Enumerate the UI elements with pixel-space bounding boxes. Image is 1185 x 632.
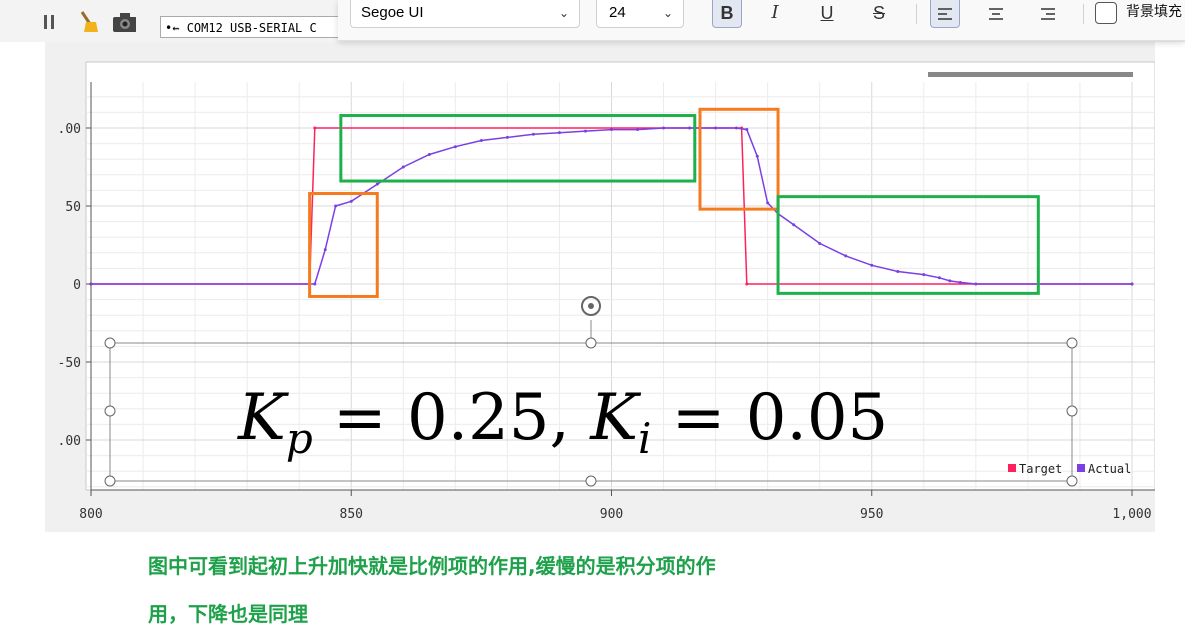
bold-button[interactable]: B: [712, 0, 742, 28]
font-family-value: Segoe UI: [361, 4, 424, 21]
y-tick-label: 0: [73, 278, 81, 293]
data-point-actual: [505, 135, 509, 139]
bold-icon: B: [720, 3, 734, 23]
data-point-actual: [755, 154, 759, 158]
font-size-value: 24: [609, 4, 626, 21]
x-tick-label: 850: [340, 507, 363, 522]
data-point-actual: [734, 126, 738, 130]
y-tick-label: .00: [58, 434, 81, 449]
data-point-target: [313, 126, 317, 130]
legend-swatch-target: [1008, 464, 1016, 472]
serial-port-select[interactable]: •⇜ COM12 USB-SERIAL C: [160, 16, 340, 38]
chevron-down-icon: ⌄: [662, 6, 673, 20]
italic-icon: I: [771, 2, 779, 23]
data-point-actual: [583, 129, 587, 133]
data-point-actual: [1130, 282, 1134, 286]
data-point-actual: [958, 280, 962, 284]
background-fill-checkbox[interactable]: [1095, 2, 1117, 24]
align-center-button[interactable]: [981, 0, 1011, 28]
resize-handle[interactable]: [1066, 475, 1078, 487]
align-left-button[interactable]: [930, 0, 960, 28]
data-point-actual: [479, 138, 483, 142]
data-point-actual: [948, 279, 952, 283]
data-point-actual: [531, 132, 535, 136]
legend-label-target: Target: [1019, 462, 1062, 476]
camera-icon[interactable]: [112, 10, 136, 34]
y-tick-label: .00: [58, 122, 81, 137]
chart-scrollbar[interactable]: [928, 72, 1133, 77]
data-point-actual: [557, 131, 561, 135]
resize-handle[interactable]: [1066, 337, 1078, 349]
resize-handle[interactable]: [104, 337, 116, 349]
data-point-actual: [334, 204, 338, 208]
strikethrough-button[interactable]: S: [864, 0, 894, 28]
data-point-actual: [323, 248, 327, 252]
legend-label-actual: Actual: [1088, 462, 1131, 476]
font-size-select[interactable]: 24 ⌄: [596, 0, 684, 28]
usb-icon: •⇜: [165, 21, 180, 35]
data-point-actual: [349, 199, 353, 203]
data-point-actual: [792, 223, 796, 227]
data-point-actual: [974, 282, 978, 286]
font-family-select[interactable]: Segoe UI ⌄: [350, 0, 580, 28]
y-tick-label: -50: [58, 356, 81, 371]
data-point-actual: [844, 254, 848, 258]
data-point-actual: [453, 145, 457, 149]
chart-svg: 800 850 900 950 1,000 .00 50 0 -50 .00 Kp = 0.25,…: [58, 61, 1155, 522]
divider: [1083, 4, 1084, 24]
data-point-actual: [401, 165, 405, 169]
x-tick-label: 800: [79, 507, 102, 522]
resize-handle[interactable]: [1066, 405, 1078, 417]
align-center-icon: [989, 8, 1003, 20]
italic-button[interactable]: I: [760, 0, 790, 28]
data-point-actual: [937, 276, 941, 280]
data-point-target: [745, 282, 749, 286]
align-right-icon: [1041, 8, 1055, 20]
x-tick-label: 900: [600, 507, 623, 522]
data-point-actual: [714, 126, 718, 130]
data-point-actual: [818, 241, 822, 245]
chevron-down-icon: ⌄: [558, 6, 569, 20]
serial-port-label: COM12 USB-SERIAL C: [186, 21, 317, 35]
resize-handle[interactable]: [104, 405, 116, 417]
data-point-actual: [922, 273, 926, 277]
data-point-actual: [610, 128, 613, 132]
data-point-actual: [313, 282, 317, 286]
data-point-actual: [427, 153, 431, 157]
underline-icon: U: [820, 3, 834, 23]
caption-line-1: 图中可看到起初上升加快就是比例项的作用,缓慢的是积分项的作: [148, 554, 716, 578]
align-left-icon: [938, 8, 952, 20]
y-tick-label: 50: [65, 200, 81, 215]
broom-icon[interactable]: [76, 10, 100, 34]
format-toolbar: Segoe UI ⌄ 24 ⌄ B I U S 背景填充: [338, 0, 1185, 41]
resize-handle[interactable]: [585, 337, 597, 349]
data-point-actual: [896, 270, 900, 274]
data-point-actual: [766, 201, 770, 205]
data-point-actual: [870, 263, 874, 267]
x-tick-label: 950: [860, 507, 883, 522]
stop-icon[interactable]: [38, 10, 62, 34]
data-point-actual: [688, 126, 692, 130]
align-right-button[interactable]: [1033, 0, 1063, 28]
data-point-actual: [636, 128, 640, 132]
x-tick-label: 1,000: [1112, 507, 1151, 522]
divider: [916, 4, 917, 24]
data-point-actual: [745, 128, 749, 132]
underline-button[interactable]: U: [812, 0, 842, 28]
strikethrough-icon: S: [872, 3, 885, 23]
caption-line-2: 用，下降也是同理: [148, 602, 308, 626]
legend-swatch-actual: [1077, 464, 1085, 472]
resize-handle[interactable]: [585, 475, 597, 487]
background-fill-label: 背景填充: [1126, 4, 1182, 20]
data-point-actual: [375, 182, 379, 186]
chart-panel: 800 850 900 950 1,000 .00 50 0 -50 .00 Kp = 0.25,…: [45, 42, 1155, 532]
data-point-actual: [662, 126, 666, 130]
formula-text: Kp = 0.25, Ki = 0.05: [237, 381, 888, 463]
resize-handle[interactable]: [104, 475, 116, 487]
